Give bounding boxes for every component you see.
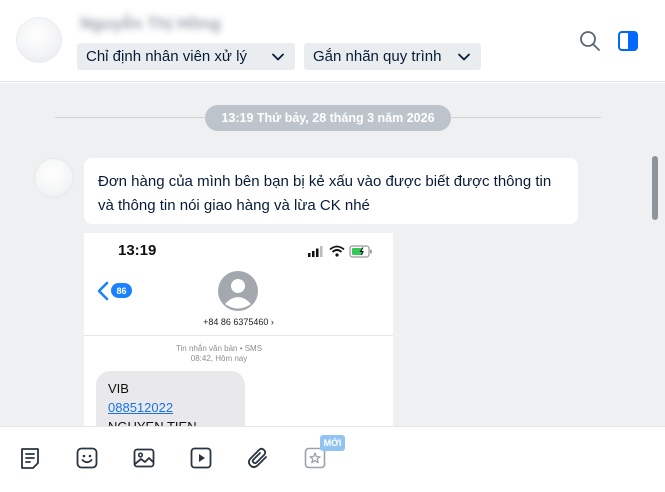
contact-person-icon bbox=[218, 271, 258, 311]
sender-avatar[interactable] bbox=[34, 158, 74, 198]
composer-toolbar: MỚI bbox=[0, 426, 665, 492]
sms-link: 088512022 bbox=[108, 400, 174, 415]
phone-status-time: 13:19 bbox=[118, 242, 157, 259]
sms-time: 08:42, Hôm nay bbox=[190, 354, 248, 363]
assign-staff-dropdown[interactable]: Chỉ định nhân viên xử lý bbox=[77, 43, 295, 70]
sms-label: Tin nhắn văn bản • SMS bbox=[175, 344, 263, 353]
note-icon[interactable] bbox=[18, 446, 42, 470]
phone-status-icons bbox=[308, 245, 372, 258]
process-tag-label: Gắn nhãn quy trình bbox=[313, 48, 442, 65]
process-tag-dropdown[interactable]: Gắn nhãn quy trình bbox=[304, 43, 481, 70]
sender-number: +84 86 6375460 › bbox=[203, 317, 274, 327]
message-list[interactable]: 13:19 Thứ bảy, 28 tháng 3 năm 2026 Đơn h… bbox=[0, 83, 665, 426]
sms-line: NGUYEN TIEN DUNG bbox=[108, 417, 233, 426]
attached-image[interactable]: 13:19 86 +84 86 6375460 › Tin nhắn văn b… bbox=[84, 233, 393, 426]
video-icon[interactable] bbox=[189, 446, 213, 470]
chat-header: Nguyễn Thị Hồng Chỉ định nhân viên xử lý… bbox=[0, 0, 665, 82]
message-bubble[interactable]: Đơn hàng của mình bên bạn bị kẻ xấu vào … bbox=[84, 158, 578, 224]
message-text-line: và thông tin nói giao hàng và lừa CK nhé bbox=[98, 197, 370, 214]
scrollbar-thumb[interactable] bbox=[652, 156, 658, 220]
contact-avatar[interactable] bbox=[16, 17, 62, 63]
chevron-down-icon bbox=[272, 53, 284, 61]
chevron-down-icon bbox=[458, 53, 470, 61]
new-badge: MỚI bbox=[320, 435, 345, 451]
sticker-icon[interactable] bbox=[75, 446, 99, 470]
contact-name[interactable]: Nguyễn Thị Hồng bbox=[80, 14, 221, 34]
search-icon[interactable] bbox=[579, 30, 601, 52]
sidebar-toggle-icon[interactable] bbox=[617, 30, 639, 52]
sms-bubble: VIB 088512022 NGUYEN TIEN DUNG bbox=[96, 371, 245, 426]
phone-divider bbox=[84, 335, 393, 336]
message-text-line: Đơn hàng của mình bên bạn bị kẻ xấu vào … bbox=[98, 173, 552, 190]
sms-line: VIB bbox=[108, 381, 129, 396]
assign-staff-label: Chỉ định nhân viên xử lý bbox=[86, 48, 247, 65]
date-separator: 13:19 Thứ bảy, 28 tháng 3 năm 2026 bbox=[205, 105, 451, 131]
attachment-icon[interactable] bbox=[246, 446, 270, 470]
unread-badge: 86 bbox=[111, 283, 132, 298]
back-chevron-icon bbox=[97, 281, 109, 301]
image-icon[interactable] bbox=[132, 446, 156, 470]
